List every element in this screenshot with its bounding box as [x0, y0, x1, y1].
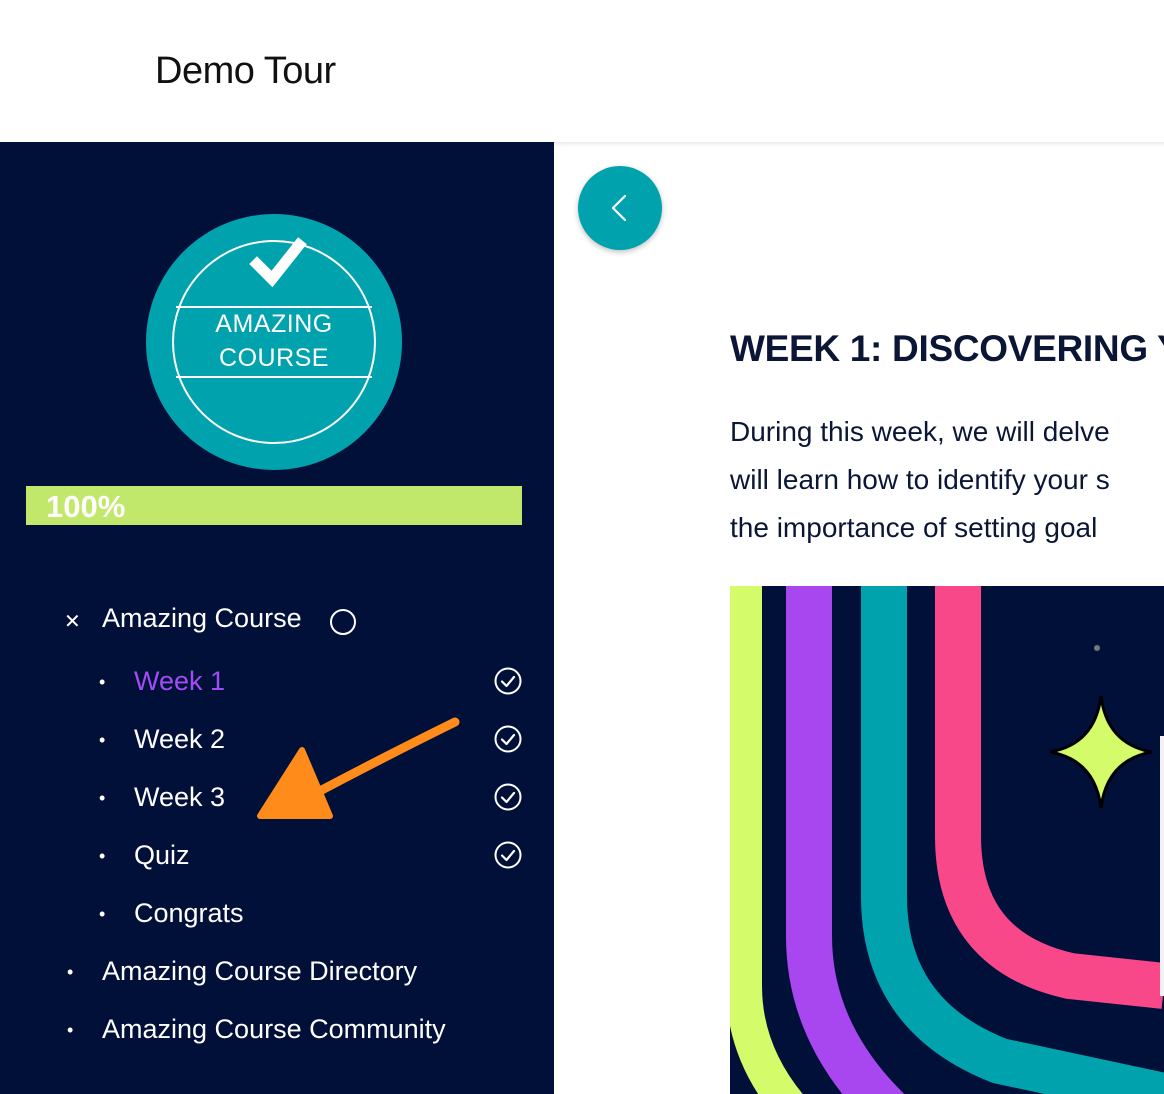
course-progress-bar: 100%	[26, 486, 522, 525]
sidebar-item-week-3[interactable]: Week 3	[134, 782, 225, 813]
sidebar-link-directory[interactable]: Amazing Course Directory	[102, 956, 417, 987]
badge-text-line2: COURSE	[219, 344, 329, 372]
progress-label: 100%	[46, 489, 126, 524]
sidebar-item-congrats[interactable]: Congrats	[134, 898, 244, 929]
check-circle-icon	[494, 783, 522, 811]
lesson-paragraph-line: the importance of setting goal	[730, 512, 1098, 543]
check-circle-icon	[494, 841, 522, 869]
bullet-icon: •	[67, 1020, 74, 1040]
sidebar-item-week-2[interactable]: Week 2	[134, 724, 225, 755]
check-circle-icon	[494, 667, 522, 695]
bullet-icon: •	[99, 846, 106, 866]
lesson-heading: WEEK 1: DISCOVERING Y	[730, 328, 1164, 369]
check-circle-icon	[494, 725, 522, 753]
sidebar-item-quiz[interactable]: Quiz	[134, 840, 190, 871]
course-sidebar: AMAZING COURSE 100% ✕ Amazing Course • W…	[0, 142, 554, 1094]
back-button[interactable]	[578, 166, 662, 250]
bullet-icon: •	[67, 962, 74, 982]
lesson-paragraph-line: will learn how to identify your s	[730, 464, 1110, 495]
course-title-link[interactable]: Amazing Course	[102, 603, 302, 634]
bullet-icon: •	[99, 672, 106, 692]
lesson-paragraph-line: During this week, we will delve	[730, 416, 1110, 447]
course-check-icon	[330, 609, 356, 635]
top-bar: Demo Tour	[0, 0, 1164, 142]
lesson-hero-image	[730, 586, 1164, 1094]
sidebar-item-week-1[interactable]: Week 1	[134, 666, 225, 697]
orange-pointer-arrow-icon	[257, 717, 460, 819]
sidebar-link-community[interactable]: Amazing Course Community	[102, 1014, 446, 1045]
page-title: Demo Tour	[155, 50, 336, 92]
badge-graphic	[146, 214, 402, 470]
bullet-icon: •	[99, 904, 106, 924]
bullet-icon: •	[99, 730, 106, 750]
bullet-icon: •	[99, 788, 106, 808]
badge-text-line1: AMAZING	[215, 310, 333, 338]
course-badge: AMAZING COURSE	[146, 214, 402, 470]
lesson-content: WEEK 1: DISCOVERING Y During this week, …	[554, 142, 1164, 1094]
chevron-left-icon	[611, 194, 627, 222]
close-icon[interactable]: ✕	[64, 609, 81, 634]
